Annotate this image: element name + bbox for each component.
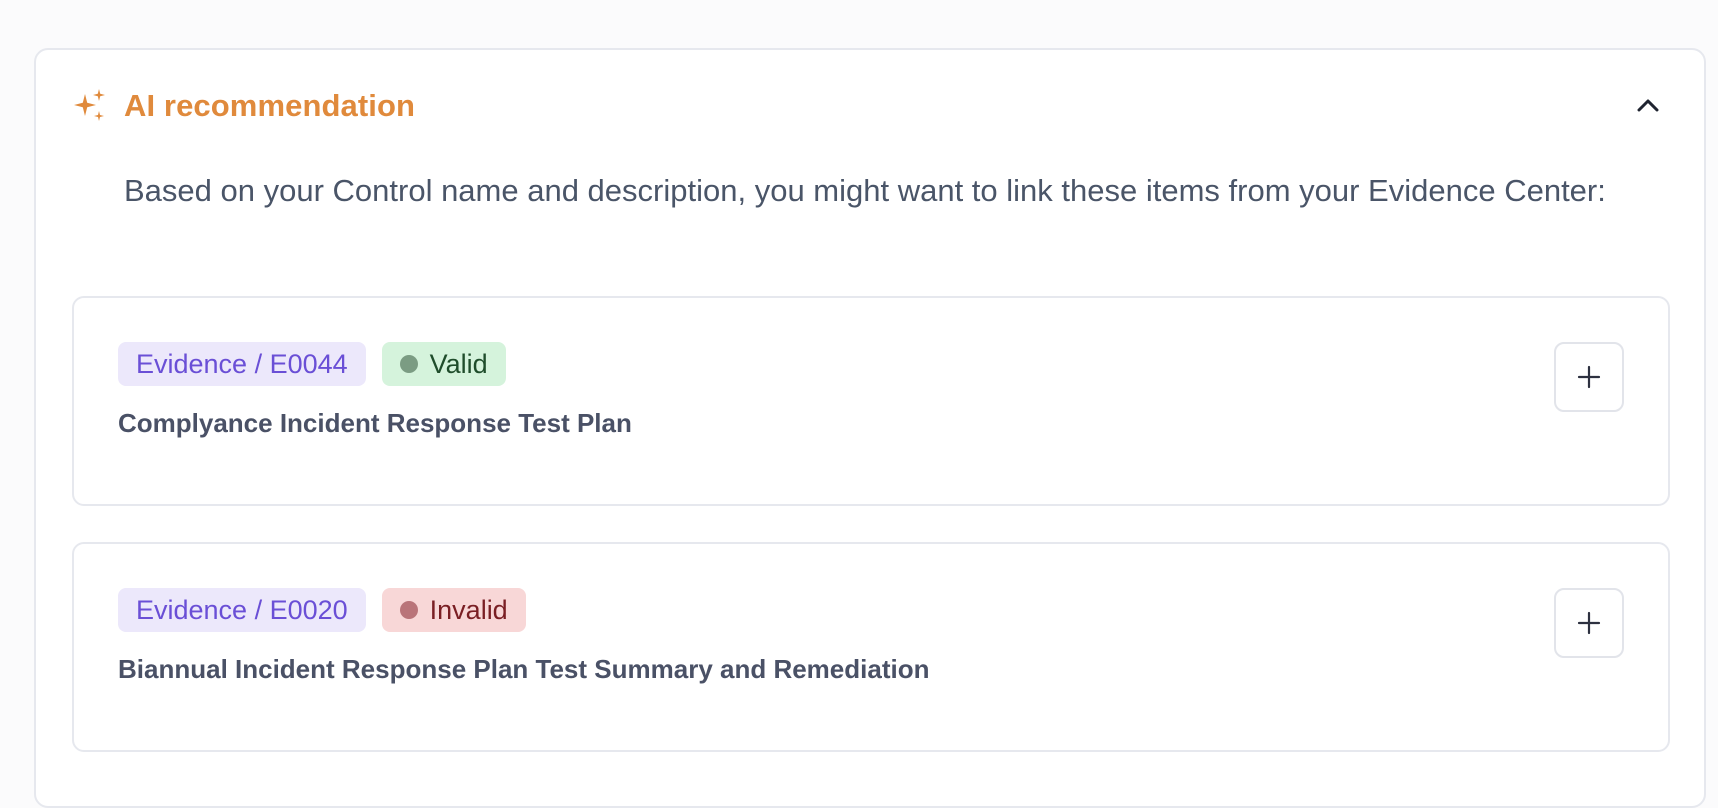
status-dot-icon <box>399 601 418 619</box>
plus-icon <box>1577 611 1601 635</box>
badge-row: Evidence / E0020 Invalid <box>118 588 526 632</box>
status-label: Invalid <box>429 594 508 625</box>
recommendation-description: Based on your Control name and descripti… <box>124 173 1606 208</box>
ai-recommendation-panel: AI recommendation Based on your Control … <box>34 48 1706 808</box>
evidence-title: Biannual Incident Response Plan Test Sum… <box>118 654 930 684</box>
panel-header[interactable]: AI recommendation <box>72 86 1668 126</box>
evidence-title: Complyance Incident Response Test Plan <box>118 408 632 438</box>
status-label: Valid <box>429 348 488 379</box>
evidence-card: Evidence / E0020 Invalid Biannual Incide… <box>72 542 1670 752</box>
chevron-up-icon[interactable] <box>1628 86 1668 126</box>
status-dot-icon <box>399 355 418 373</box>
evidence-id-badge[interactable]: Evidence / E0044 <box>118 342 366 386</box>
add-evidence-button[interactable] <box>1554 588 1624 658</box>
evidence-id-badge[interactable]: Evidence / E0020 <box>118 588 366 632</box>
sparkle-icon <box>72 88 108 124</box>
panel-title: AI recommendation <box>124 88 416 123</box>
status-badge: Invalid <box>381 588 526 632</box>
status-badge: Valid <box>381 342 506 386</box>
badge-row: Evidence / E0044 Valid <box>118 342 506 386</box>
plus-icon <box>1577 365 1601 389</box>
evidence-card: Evidence / E0044 Valid Complyance Incide… <box>72 296 1670 506</box>
add-evidence-button[interactable] <box>1554 342 1624 412</box>
